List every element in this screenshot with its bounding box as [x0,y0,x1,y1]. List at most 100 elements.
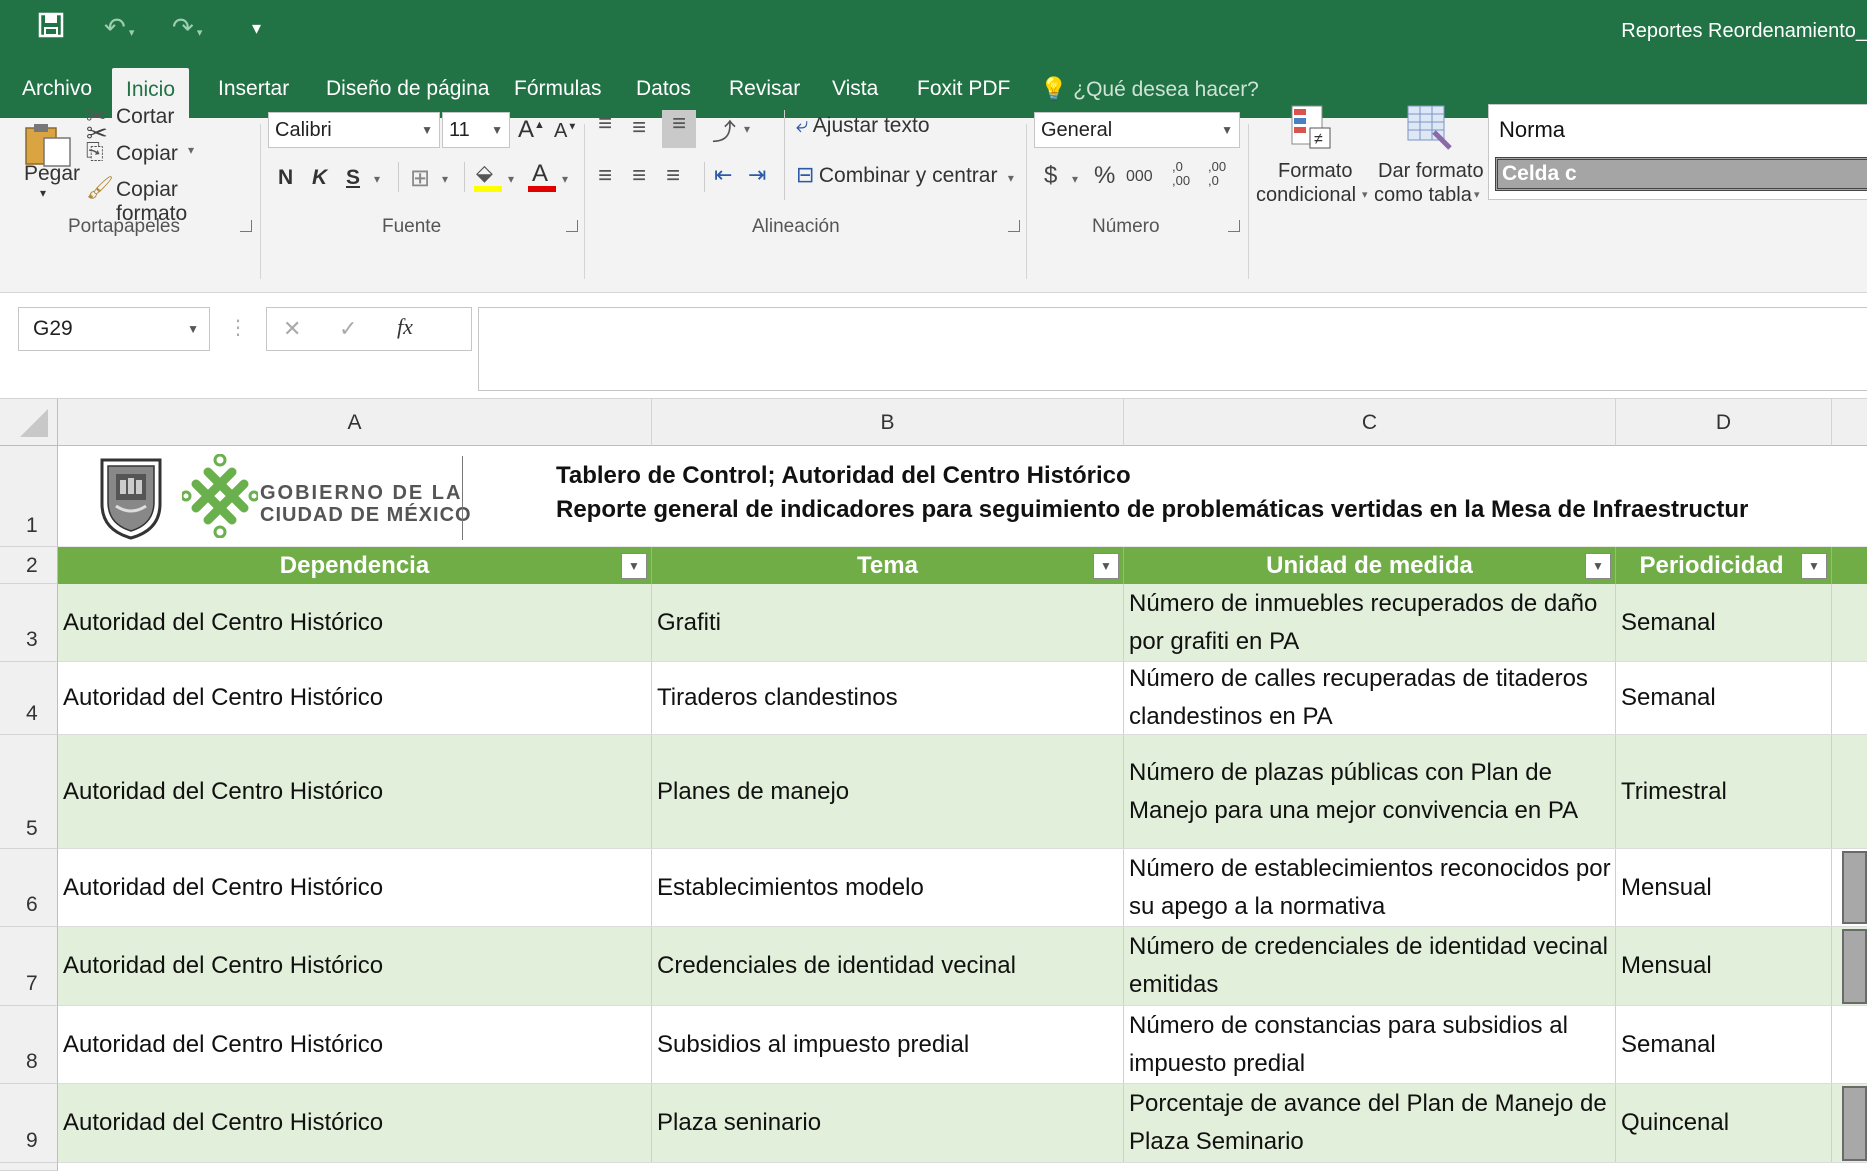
filter-dropdown-icon[interactable]: ▼ [621,553,647,579]
cell-periodicidad[interactable]: Semanal [1616,1006,1832,1083]
chart-shape[interactable] [1842,851,1867,924]
tab-revisar[interactable]: Revisar [715,60,814,118]
cell-tema[interactable]: Subsidios al impuesto predial [652,1006,1124,1083]
cancel-icon[interactable]: ✕ [283,316,301,342]
wrap-text-button[interactable]: ⤶ Ajustar texto [796,112,930,146]
thousands-button[interactable]: 000 [1126,168,1153,186]
decrease-indent-icon[interactable]: ⇤ [714,162,732,188]
grow-font-button[interactable]: A▲ [518,116,545,144]
insert-function-icon[interactable]: fx [397,314,413,340]
cell-unidad[interactable]: Porcentaje de avance del Plan de Manejo … [1124,1084,1616,1162]
copy-button[interactable]: ⎘ Copiar ▾ [84,139,254,169]
borders-icon[interactable]: ⊞ [410,164,430,193]
save-icon[interactable] [38,12,64,45]
italic-button[interactable]: K [312,166,327,190]
column-header-b[interactable]: B [652,399,1124,446]
name-box[interactable]: G29 ▼ [18,307,210,351]
fuente-launcher-icon[interactable] [566,220,578,232]
font-color-button[interactable]: A [528,160,558,196]
cell-tema[interactable]: Plaza seninario [652,1084,1124,1162]
cell-unidad[interactable]: Número de establecimientos reconocidos p… [1124,849,1616,926]
orientation-dropdown-icon[interactable]: ▾ [744,122,750,136]
redo-icon[interactable]: ↷ ▾ [172,12,202,43]
cell-unidad[interactable]: Número de credenciales de identidad veci… [1124,927,1616,1005]
cell-tema[interactable]: Tiraderos clandestinos [652,662,1124,734]
row-header[interactable]: 9 [0,1084,58,1163]
decrease-decimals-button[interactable]: ,00 ,0 [1208,160,1226,188]
style-normal[interactable]: Norma [1499,117,1565,143]
cell-periodicidad[interactable]: Semanal [1616,584,1832,661]
cell-dependencia[interactable]: Autoridad del Centro Histórico [58,584,652,661]
row-header[interactable]: 8 [0,1006,58,1084]
align-top-icon[interactable]: ≡ [598,110,612,138]
format-as-table-button[interactable]: Dar formato como tabla ▾ [1374,104,1484,212]
merge-dropdown-icon[interactable]: ▾ [1008,171,1014,185]
cell-unidad[interactable]: Número de plazas públicas con Plan de Ma… [1124,735,1616,848]
cell-periodicidad[interactable]: Quincenal [1616,1084,1832,1162]
align-right-icon[interactable]: ≡ [666,162,680,190]
font-size-select[interactable]: 11 ▼ [442,112,510,148]
cell-tema[interactable]: Establecimientos modelo [652,849,1124,926]
undo-icon[interactable]: ↶ ▾ [104,12,134,43]
row-header[interactable]: 4 [0,662,58,735]
alineacion-launcher-icon[interactable] [1008,220,1020,232]
align-bottom-icon[interactable]: ≡ [662,110,696,148]
align-left-icon[interactable]: ≡ [598,162,612,190]
currency-dropdown-icon[interactable]: ▾ [1072,172,1078,186]
align-middle-icon[interactable]: ≡ [632,114,646,142]
tell-me-search[interactable]: 💡 ¿Qué desea hacer? [1040,60,1259,119]
cell-periodicidad[interactable]: Trimestral [1616,735,1832,848]
percent-button[interactable]: % [1094,162,1115,190]
merge-center-button[interactable]: ⊟ Combinar y centrar ▾ [796,162,1014,196]
cut-button[interactable]: ✂ Cortar [84,102,254,132]
customize-qat-icon[interactable]: ▾ [252,18,261,39]
copy-dropdown-icon[interactable]: ▾ [188,143,194,157]
cell-dependencia[interactable]: Autoridad del Centro Histórico [58,1084,652,1162]
underline-dropdown-icon[interactable]: ▾ [374,172,380,186]
row-header[interactable]: 7 [0,927,58,1006]
select-all-corner[interactable] [0,399,58,446]
row-header[interactable]: 5 [0,735,58,849]
filter-dropdown-icon[interactable]: ▼ [1585,553,1611,579]
cell-dependencia[interactable]: Autoridad del Centro Histórico [58,927,652,1005]
numero-launcher-icon[interactable] [1228,220,1240,232]
bold-button[interactable]: N [278,166,293,190]
portapapeles-launcher-icon[interactable] [240,220,252,232]
column-header-d[interactable]: D [1616,399,1832,446]
cell-unidad[interactable]: Número de calles recuperadas de titadero… [1124,662,1616,734]
format-painter-button[interactable]: 🖌 Copiar formato [84,175,254,225]
cell-unidad[interactable]: Número de constancias para subsidios al … [1124,1006,1616,1083]
row-header[interactable]: 2 [0,547,58,584]
cell-tema[interactable]: Credenciales de identidad vecinal [652,927,1124,1005]
enter-icon[interactable]: ✓ [339,316,357,342]
cell-unidad[interactable]: Número de inmuebles recuperados de daño … [1124,584,1616,661]
cell-tema[interactable]: Grafiti [652,584,1124,661]
tab-foxit-pdf[interactable]: Foxit PDF [903,60,1024,118]
formula-input[interactable] [478,307,1867,391]
underline-button[interactable]: S [346,166,360,190]
column-header-c[interactable]: C [1124,399,1616,446]
conditional-format-button[interactable]: ≠ Formato condicional ▾ [1256,104,1368,212]
font-name-select[interactable]: Calibri ▼ [268,112,440,148]
borders-dropdown-icon[interactable]: ▾ [442,172,448,186]
cell-dependencia[interactable]: Autoridad del Centro Histórico [58,735,652,848]
shrink-font-button[interactable]: A▼ [554,120,577,143]
align-center-icon[interactable]: ≡ [632,162,646,190]
style-celda[interactable]: Celda c [1495,157,1867,191]
filter-dropdown-icon[interactable]: ▼ [1093,553,1119,579]
column-header-e[interactable] [1832,399,1867,446]
orientation-icon[interactable]: ⤴ [712,112,736,147]
cell-dependencia[interactable]: Autoridad del Centro Histórico [58,849,652,926]
fill-color-button[interactable]: ⬙ [474,160,504,196]
cell-tema[interactable]: Planes de manejo [652,735,1124,848]
cell-periodicidad[interactable]: Semanal [1616,662,1832,734]
row-header[interactable]: 1 [0,446,58,547]
font-color-dropdown-icon[interactable]: ▾ [562,172,568,186]
cell-periodicidad[interactable]: Mensual [1616,849,1832,926]
chart-shape[interactable] [1842,929,1867,1004]
fill-color-dropdown-icon[interactable]: ▾ [508,172,514,186]
tab-vista[interactable]: Vista [818,60,892,118]
cell-dependencia[interactable]: Autoridad del Centro Histórico [58,1006,652,1083]
increase-decimals-button[interactable]: ,0 ,00 [1172,160,1190,188]
cell-periodicidad[interactable]: Mensual [1616,927,1832,1005]
